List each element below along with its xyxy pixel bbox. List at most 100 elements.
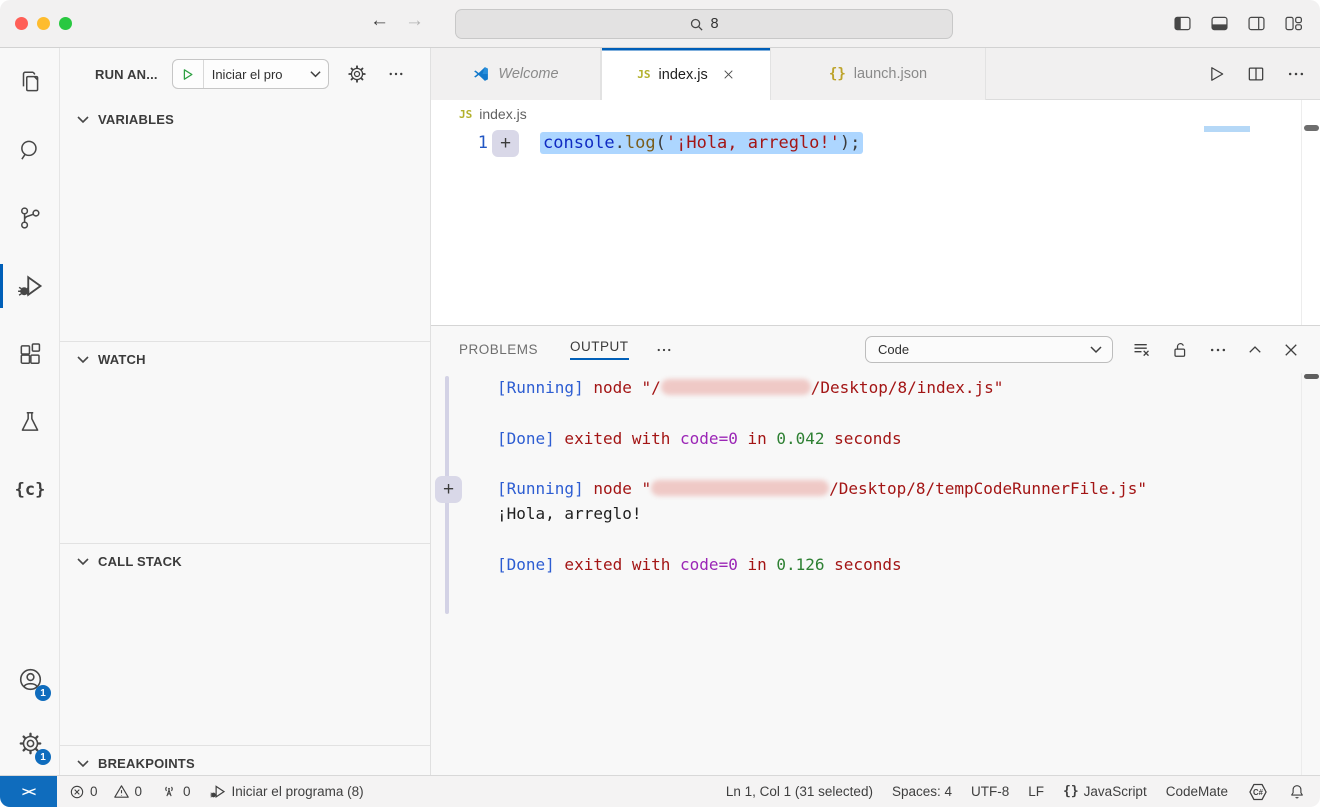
close-window-button[interactable] xyxy=(15,17,28,30)
debug-settings-gear-icon[interactable] xyxy=(347,64,367,84)
debug-status[interactable]: Iniciar el programa (8) xyxy=(209,783,364,801)
tab-label: Welcome xyxy=(498,66,558,82)
activity-testing[interactable] xyxy=(0,388,60,456)
problems-status[interactable]: 0 0 xyxy=(69,783,142,800)
activity-search[interactable] xyxy=(0,116,60,184)
code-token: ( xyxy=(656,133,666,153)
forward-icon[interactable]: → xyxy=(405,10,424,32)
output-segment: code=0 xyxy=(680,555,738,574)
tab-index-js[interactable]: JS index.js xyxy=(601,48,771,101)
unlock-icon[interactable] xyxy=(1170,340,1190,360)
activity-accounts[interactable]: 1 xyxy=(0,647,60,711)
code-token: console xyxy=(543,133,615,153)
eol-sequence[interactable]: LF xyxy=(1028,784,1044,799)
minimize-window-button[interactable] xyxy=(37,17,50,30)
panel-scrollbar-thumb[interactable] xyxy=(1304,374,1319,379)
command-center-search[interactable]: 8 xyxy=(455,9,953,39)
chevron-down-icon xyxy=(77,557,89,566)
more-panel-tabs-icon[interactable] xyxy=(655,341,673,359)
back-icon[interactable]: ← xyxy=(370,10,389,32)
code-token: log xyxy=(625,133,656,153)
more-actions-icon[interactable] xyxy=(1208,340,1228,360)
output-line: ¡Hola, arreglo! xyxy=(497,501,1147,526)
launch-config-control[interactable]: Iniciar el pro xyxy=(172,59,329,89)
code-line-1[interactable]: 1 + console.log('¡Hola, arreglo!'); xyxy=(431,130,1320,158)
error-icon xyxy=(69,784,85,800)
editor-area: Welcome JS index.js {} launch.json JS in xyxy=(430,48,1320,775)
run-code-icon[interactable] xyxy=(1206,64,1226,84)
section-call-stack[interactable]: CALL STACK xyxy=(60,548,430,574)
editor-scrollbar-thumb[interactable] xyxy=(1304,125,1319,131)
notifications[interactable] xyxy=(1288,783,1306,801)
activity-extensions[interactable] xyxy=(0,320,60,388)
output-segment: ¡Hola, arreglo! xyxy=(497,504,642,523)
split-editor-icon[interactable] xyxy=(1246,64,1266,84)
chevron-down-icon xyxy=(77,759,89,768)
tab-problems[interactable]: PROBLEMS xyxy=(459,342,538,357)
output-segment: in xyxy=(738,429,777,448)
sash-plus-button[interactable]: + xyxy=(435,476,462,503)
remote-indicator[interactable]: >< xyxy=(0,776,57,807)
toggle-panel-icon[interactable] xyxy=(1209,13,1230,34)
toggle-sidebar-icon[interactable] xyxy=(1172,13,1193,34)
javascript-file-icon: JS xyxy=(459,108,472,121)
json-braces-icon: {} xyxy=(1063,784,1079,799)
activity-explorer[interactable] xyxy=(0,48,60,116)
tab-output[interactable]: OUTPUT xyxy=(570,339,629,360)
encoding[interactable]: UTF-8 xyxy=(971,784,1009,799)
traffic-lights xyxy=(15,17,72,30)
chevron-down-icon xyxy=(1090,345,1112,354)
error-count: 0 xyxy=(90,784,98,799)
activity-settings[interactable]: 1 xyxy=(0,711,60,775)
gutter-plus-button[interactable]: + xyxy=(492,130,519,157)
more-actions-icon[interactable] xyxy=(387,65,405,83)
language-mode[interactable]: {} JavaScript xyxy=(1063,784,1147,799)
breadcrumb[interactable]: JS index.js xyxy=(431,100,1320,128)
sidebar-header: RUN AN... Iniciar el pro xyxy=(60,48,430,100)
panel-controls: Code xyxy=(865,336,1320,363)
output-segment: [Done] xyxy=(497,429,555,448)
chevron-down-icon[interactable] xyxy=(310,70,321,78)
ports-count: 0 xyxy=(183,784,191,799)
close-tab-icon[interactable] xyxy=(722,68,735,81)
output-channel-select[interactable]: Code xyxy=(865,336,1113,363)
zoom-window-button[interactable] xyxy=(59,17,72,30)
selected-code: console.log('¡Hola, arreglo!'); xyxy=(540,132,863,154)
activity-source-control[interactable] xyxy=(0,184,60,252)
source-control-icon xyxy=(17,205,43,231)
indentation[interactable]: Spaces: 4 xyxy=(892,784,952,799)
cursor-position[interactable]: Ln 1, Col 1 (31 selected) xyxy=(726,784,873,799)
maximize-panel-icon[interactable] xyxy=(1246,341,1264,359)
clear-output-icon[interactable] xyxy=(1131,339,1152,360)
ports-status[interactable]: 0 xyxy=(160,783,191,801)
customize-layout-icon[interactable] xyxy=(1283,13,1304,34)
section-variables[interactable]: VARIABLES xyxy=(60,106,430,132)
launch-config-label: Iniciar el pro xyxy=(204,67,310,82)
section-watch[interactable]: WATCH xyxy=(60,346,430,372)
start-debug-icon[interactable] xyxy=(173,67,203,82)
search-value: 8 xyxy=(710,16,718,32)
tab-launch-json[interactable]: {} launch.json xyxy=(771,48,986,100)
bottom-panel: PROBLEMS OUTPUT Code xyxy=(431,325,1320,775)
output-line xyxy=(497,527,1147,552)
csharp-status[interactable]: C# xyxy=(1247,781,1269,803)
status-bar: >< 0 0 0 Iniciar el programa (8) Ln 1, C… xyxy=(0,775,1320,807)
section-breakpoints[interactable]: BREAKPOINTS xyxy=(60,750,430,776)
code-token: '¡Hola, arreglo!' xyxy=(666,133,840,153)
output-segment: /Desktop/8/index.js" xyxy=(811,378,1004,397)
output-view[interactable]: + [Running] node "//Desktop/8/index.js" … xyxy=(431,373,1320,775)
activity-c-namespace[interactable]: {c} xyxy=(0,456,60,524)
output-line: [Running] node "/Desktop/8/tempCodeRunne… xyxy=(497,476,1147,501)
section-label: VARIABLES xyxy=(98,112,174,127)
chevron-down-icon xyxy=(77,115,89,124)
toggle-secondary-sidebar-icon[interactable] xyxy=(1246,13,1267,34)
more-actions-icon[interactable] xyxy=(1286,64,1306,84)
redacted-path xyxy=(651,480,829,496)
codemate-extension[interactable]: CodeMate xyxy=(1166,784,1228,799)
close-panel-icon[interactable] xyxy=(1282,341,1300,359)
debug-run-icon xyxy=(209,783,227,801)
breadcrumb-item[interactable]: index.js xyxy=(479,106,526,122)
activity-run-and-debug[interactable] xyxy=(0,252,60,320)
tab-welcome[interactable]: Welcome xyxy=(431,48,601,100)
output-line xyxy=(497,400,1147,425)
